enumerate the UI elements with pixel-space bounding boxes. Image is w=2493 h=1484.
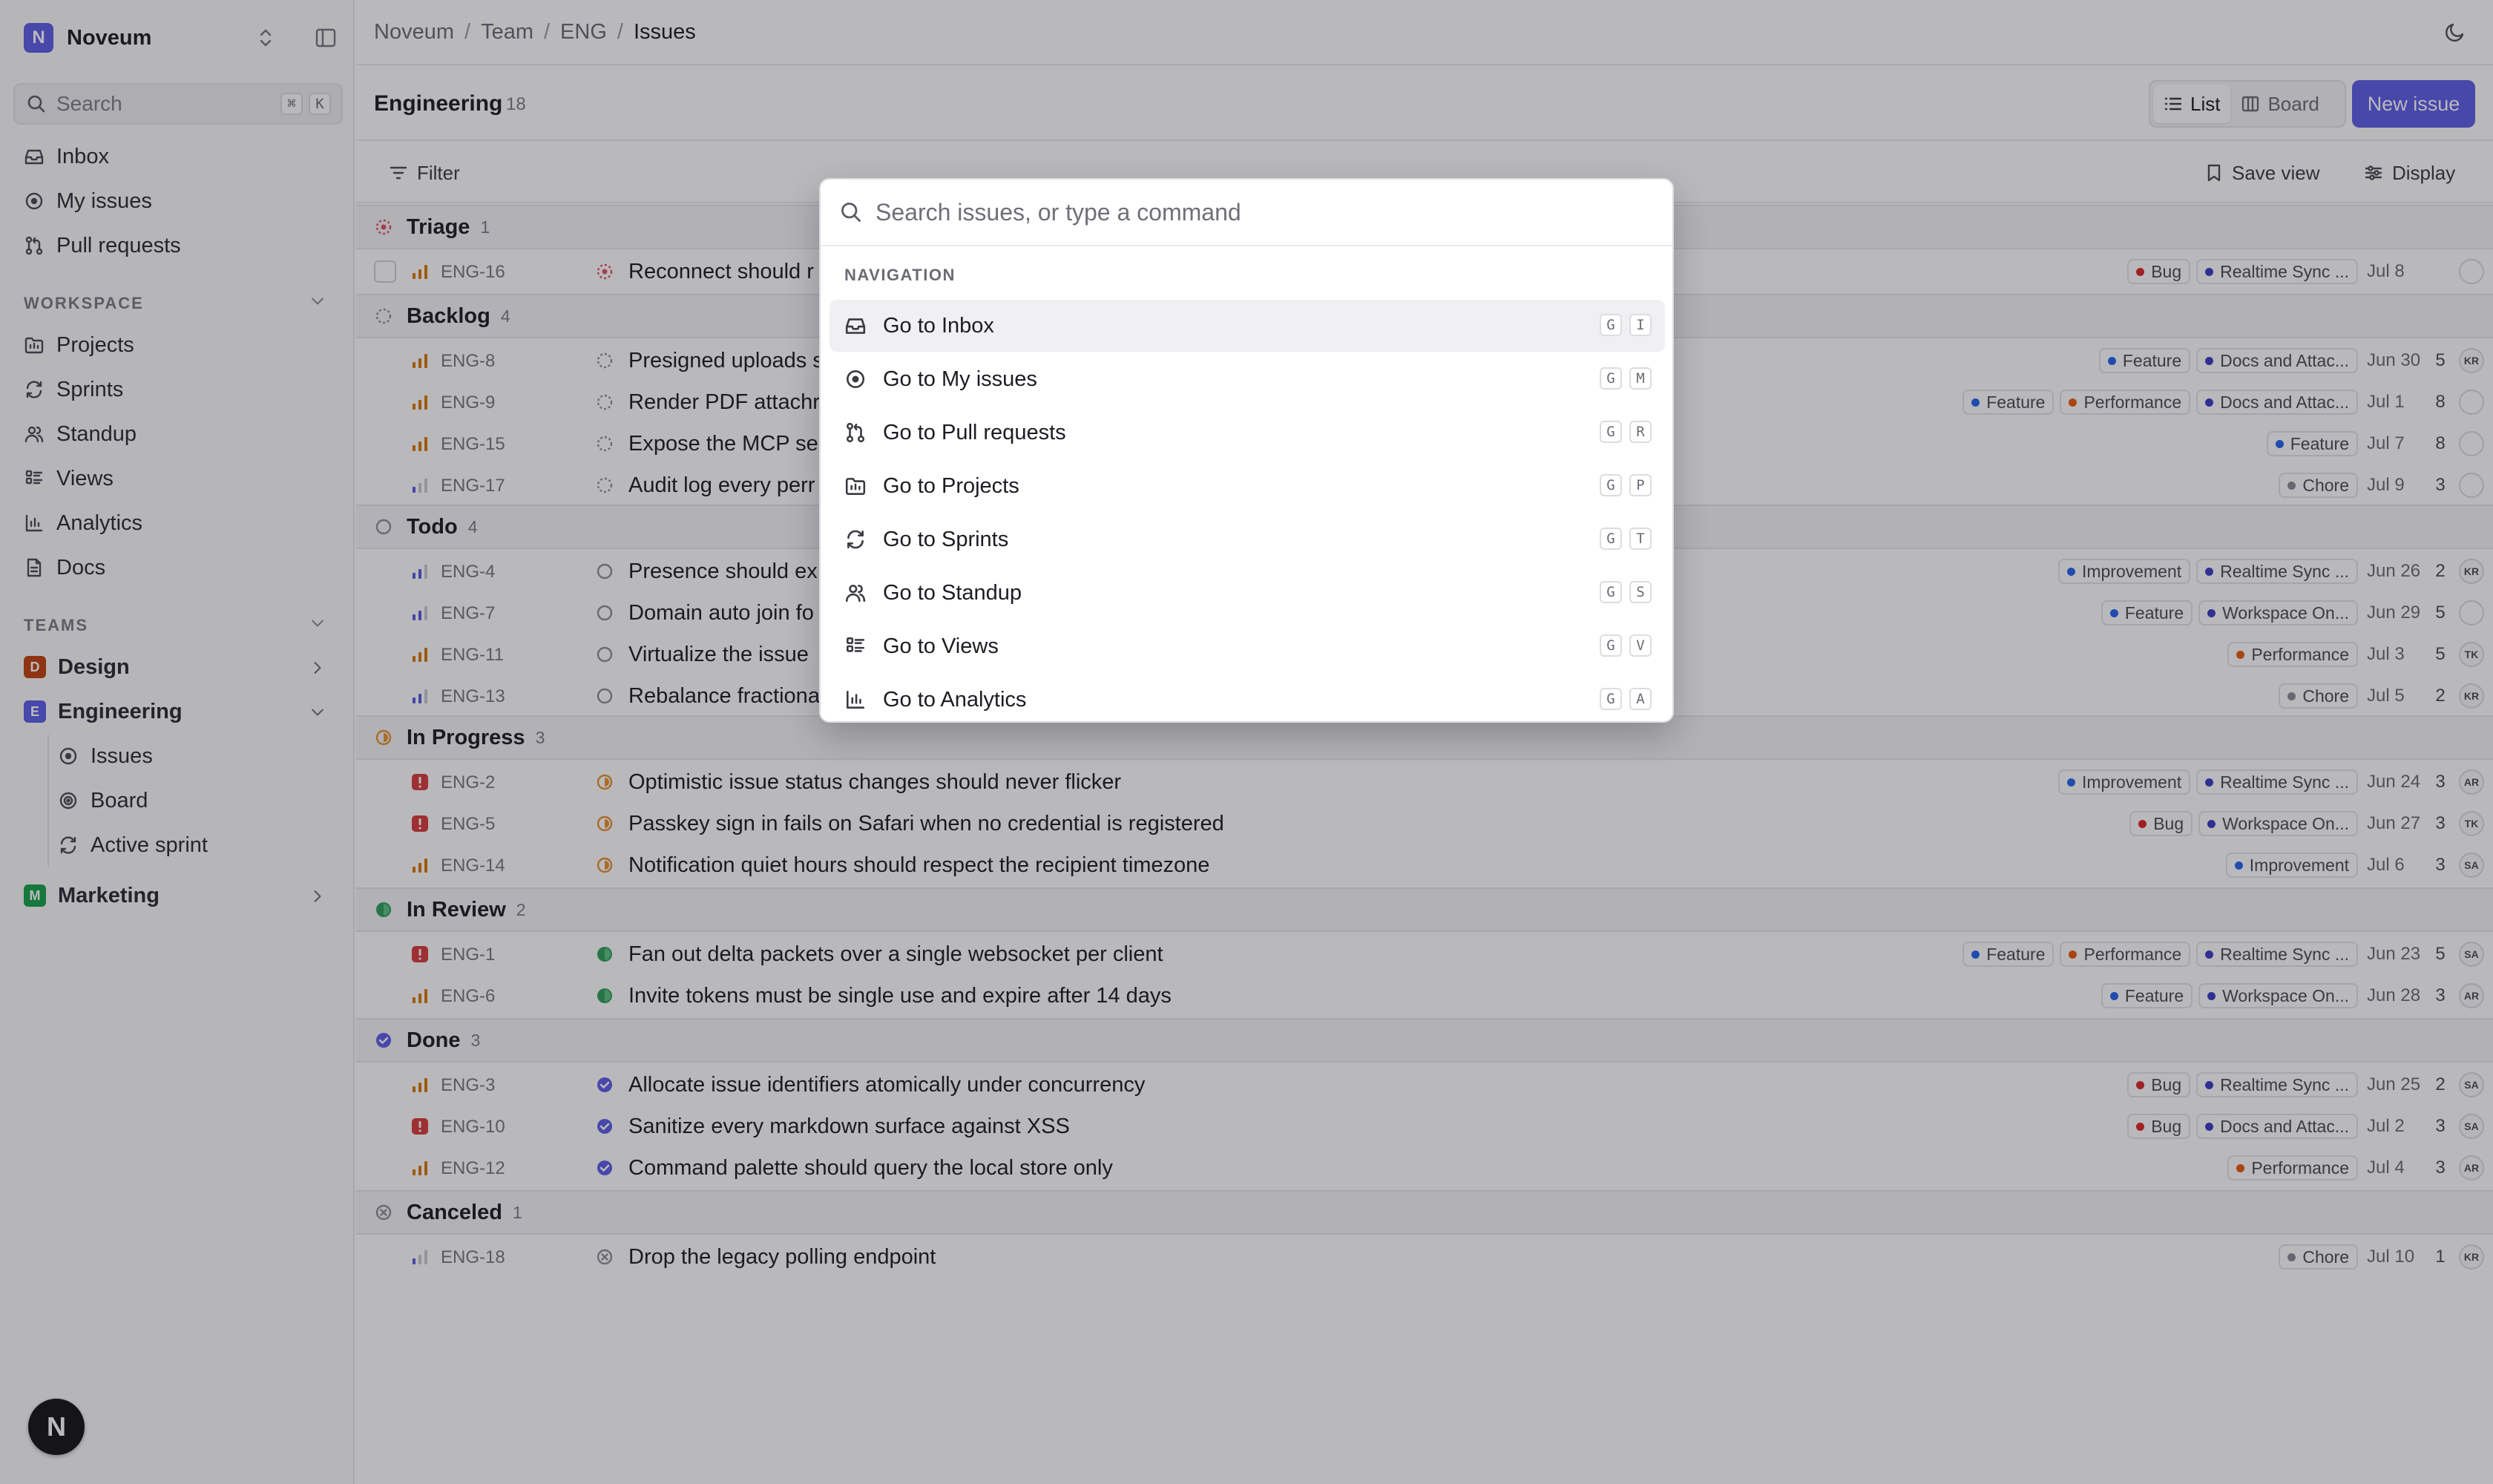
shortcut-key: G — [1600, 421, 1622, 443]
palette-item-go-to-views[interactable]: Go to Views G V — [830, 620, 1665, 672]
search-icon — [840, 201, 862, 223]
shortcut-keys: GR — [1592, 421, 1652, 443]
palette-section-label: NAVIGATION — [844, 266, 956, 284]
palette-search — [821, 180, 1672, 246]
shortcut-key: G — [1600, 474, 1622, 496]
palette-item-label: Go to Views — [883, 634, 999, 658]
palette-item-label: Go to Pull requests — [883, 420, 1066, 444]
shortcut-key: G — [1600, 634, 1622, 657]
shortcut-keys: GS — [1592, 581, 1652, 603]
shortcut-keys: GT — [1592, 528, 1652, 550]
shortcut-key: G — [1600, 528, 1622, 550]
shortcut-keys: GV — [1592, 634, 1652, 657]
shortcut-keys: GA — [1592, 688, 1652, 710]
palette-item-go-to-analytics[interactable]: Go to Analytics G A — [830, 674, 1665, 721]
shortcut-keys: GM — [1592, 367, 1652, 390]
palette-item-go-to-standup[interactable]: Go to Standup G S — [830, 567, 1665, 619]
sprint-icon — [844, 528, 867, 551]
my-issues-icon — [844, 368, 867, 390]
views-icon — [844, 635, 867, 657]
palette-item-go-to-pull-requests[interactable]: Go to Pull requests G R — [830, 407, 1665, 459]
shortcut-keys: GP — [1592, 474, 1652, 496]
shortcut-key: I — [1629, 314, 1652, 336]
palette-item-label: Go to Analytics — [883, 687, 1027, 712]
shortcut-key: M — [1629, 367, 1652, 390]
shortcut-key: G — [1600, 367, 1622, 390]
palette-item-go-to-inbox[interactable]: Go to Inbox G I — [830, 300, 1665, 352]
shortcut-key: A — [1629, 688, 1652, 710]
analytics-icon — [844, 689, 867, 711]
palette-item-go-to-projects[interactable]: Go to Projects G P — [830, 460, 1665, 512]
palette-item-go-to-sprints[interactable]: Go to Sprints G T — [830, 513, 1665, 565]
palette-item-label: Go to My issues — [883, 367, 1037, 391]
shortcut-key: G — [1600, 581, 1622, 603]
shortcut-key: P — [1629, 474, 1652, 496]
command-palette: NAVIGATION Go to InboxGIGo to My issuesG… — [819, 178, 1674, 723]
shortcut-keys: GI — [1592, 314, 1652, 336]
palette-item-go-to-my-issues[interactable]: Go to My issues G M — [830, 353, 1665, 405]
shortcut-key: R — [1629, 421, 1652, 443]
folder-icon — [844, 475, 867, 497]
shortcut-key: G — [1600, 314, 1622, 336]
palette-item-label: Go to Sprints — [883, 527, 1009, 551]
inbox-icon — [844, 315, 867, 337]
palette-item-label: Go to Standup — [883, 580, 1022, 605]
shortcut-key: S — [1629, 581, 1652, 603]
palette-item-label: Go to Inbox — [883, 313, 994, 338]
users-icon — [844, 582, 867, 604]
shortcut-key: V — [1629, 634, 1652, 657]
palette-item-label: Go to Projects — [883, 473, 1019, 498]
palette-search-input[interactable] — [876, 198, 1617, 226]
pull-request-icon — [844, 421, 867, 444]
shortcut-key: G — [1600, 688, 1622, 710]
shortcut-key: T — [1629, 528, 1652, 550]
